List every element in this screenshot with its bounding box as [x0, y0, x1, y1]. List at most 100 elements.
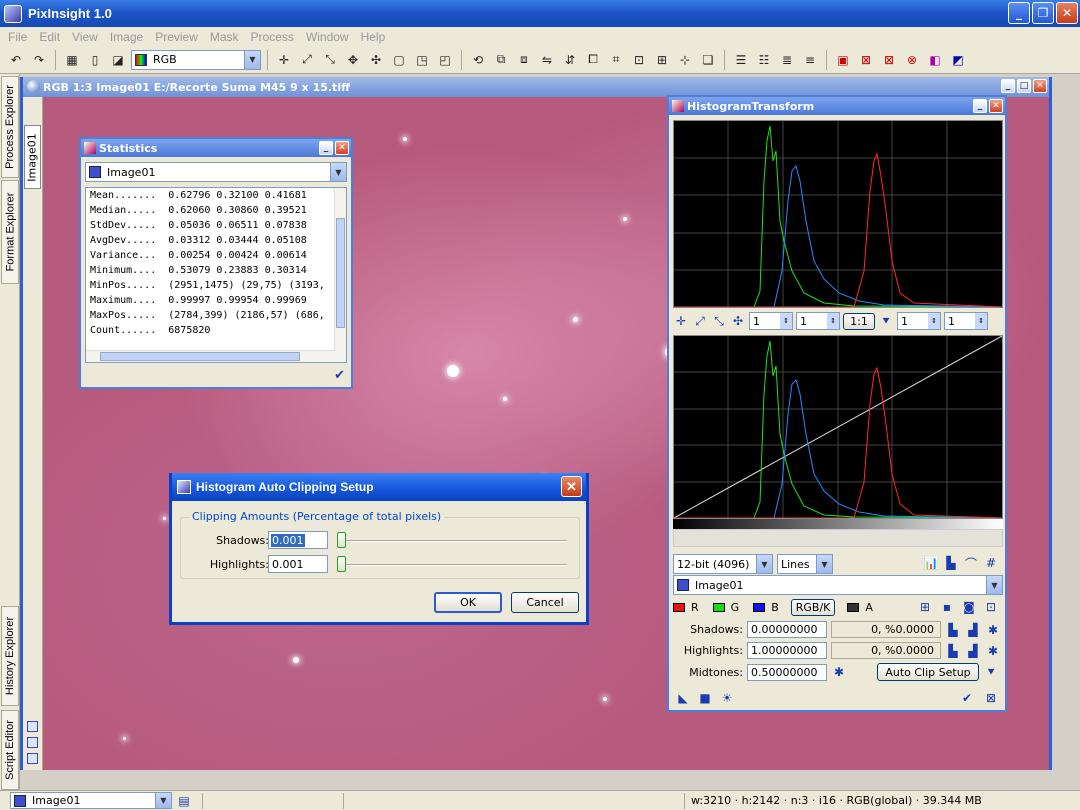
menu-edit[interactable]: Edit	[33, 30, 66, 44]
mask-icon[interactable]	[27, 721, 38, 732]
output-histogram-plot[interactable]	[673, 120, 1003, 308]
highlights-slider-thumb[interactable]	[337, 556, 346, 572]
shadows-auto-icon[interactable]: ▙	[945, 622, 961, 638]
zoom-ratio-button[interactable]: 1:1	[843, 312, 875, 330]
resolution-select[interactable]: 12-bit (4096) ▼	[673, 554, 773, 574]
plus-dark-icon[interactable]: ▪	[939, 599, 955, 615]
menu-file[interactable]: File	[2, 30, 33, 44]
redo-icon[interactable]: ↷	[29, 50, 49, 70]
dialog-close-button[interactable]: ✕	[561, 476, 582, 497]
menu-window[interactable]: Window	[300, 30, 355, 44]
histogram-view-select[interactable]: Image01 ▼	[673, 575, 1003, 595]
statistics-view-select[interactable]: Image01 ▼	[85, 162, 347, 182]
contrast-icon[interactable]: ◪	[108, 50, 128, 70]
dialog-titlebar[interactable]: Histogram Auto Clipping Setup ✕	[172, 473, 586, 501]
tab-script-editor[interactable]: Script Editor	[1, 710, 19, 790]
undo-icon[interactable]: ↶	[6, 50, 26, 70]
channel-r[interactable]: R	[691, 601, 699, 614]
close-button[interactable]: ✕	[1056, 2, 1078, 24]
cancel-button[interactable]: Cancel	[511, 592, 579, 613]
new-instance-icon[interactable]: ◣	[675, 690, 691, 706]
crosshair-icon[interactable]: ✛	[673, 313, 689, 329]
vertical-zoom-top-spinner[interactable]: 1 ⇕	[796, 312, 840, 330]
crop-icon[interactable]: ⌗	[606, 50, 626, 70]
shadows-slider-track[interactable]	[339, 540, 567, 542]
image-minimize-button[interactable]: _	[1001, 79, 1015, 93]
vertical-scrollbar[interactable]	[334, 188, 346, 362]
highlights-slider-track[interactable]	[339, 564, 567, 566]
minimize-button[interactable]: _	[1008, 2, 1030, 24]
histogram-minimize-button[interactable]: _	[973, 99, 987, 113]
rgb-channels-icon[interactable]: ◧	[925, 50, 945, 70]
add-icon[interactable]: ⊡	[983, 599, 999, 615]
highlights-input[interactable]: 1.00000000	[747, 642, 827, 659]
midtones-input[interactable]: 0.50000000	[747, 663, 827, 681]
new-document-icon[interactable]: ▯	[85, 50, 105, 70]
color-space-select[interactable]: RGB ▼	[131, 49, 261, 70]
mask-show-icon[interactable]: ⊠	[879, 50, 899, 70]
zoom-in-icon[interactable]: ⤡	[711, 313, 727, 329]
shadows-input[interactable]: 0.00000000	[747, 621, 827, 638]
channel-b[interactable]: B	[771, 601, 779, 614]
tab-format-explorer[interactable]: Format Explorer	[1, 180, 19, 284]
horizontal-zoom-top-spinner[interactable]: 1 ⇕	[749, 312, 793, 330]
apply-check-icon[interactable]: ✔	[959, 690, 975, 706]
monitor-icon[interactable]: ◩	[948, 50, 968, 70]
image-window-titlebar[interactable]: RGB 1:3 Image01 E:/Recorte Suma M45 9 x …	[23, 77, 1049, 97]
input-histogram-plot[interactable]	[673, 335, 1003, 519]
highlights-reset-icon[interactable]: ▟	[965, 643, 981, 659]
grid-icon[interactable]: #	[983, 555, 999, 571]
text-icon[interactable]: ≡	[800, 50, 820, 70]
tab-process-explorer[interactable]: Process Explorer	[1, 76, 19, 178]
midtones-reset-icon[interactable]: ✱	[831, 664, 847, 680]
statistics-close-button[interactable]: ✕	[335, 141, 349, 155]
statistics-output[interactable]: Mean....... 0.62796 0.32100 0.41681 Medi…	[85, 187, 347, 363]
menu-preview[interactable]: Preview	[149, 30, 204, 44]
statistics-titlebar[interactable]: Statistics _ ✕	[81, 139, 351, 157]
tab-image01[interactable]: Image01	[24, 125, 41, 189]
arrow-down-icon[interactable]: ⯆	[878, 313, 894, 329]
mirror-icon[interactable]: ⇋	[537, 50, 557, 70]
menu-image[interactable]: Image	[104, 30, 149, 44]
stack-icon[interactable]: ⧠	[583, 50, 603, 70]
mask-red-icon[interactable]: ⊠	[856, 50, 876, 70]
duplicate-icon[interactable]: ⧈	[514, 50, 534, 70]
preview-icon[interactable]: ◰	[435, 50, 455, 70]
shadows-clear-icon[interactable]: ✱	[985, 622, 1001, 638]
log-scale-icon[interactable]: 📊	[923, 555, 939, 571]
list-icon[interactable]: ≣	[777, 50, 797, 70]
midtones-gradient-slider[interactable]	[673, 519, 1003, 529]
menu-help[interactable]: Help	[355, 30, 392, 44]
status-view-select[interactable]: Image01 ▼	[10, 792, 172, 809]
channel-a[interactable]: A	[865, 601, 873, 614]
settings-icon[interactable]: ⊹	[675, 50, 695, 70]
mask-invert-icon[interactable]: ⊗	[902, 50, 922, 70]
grid-icon[interactable]: ⊞	[652, 50, 672, 70]
auto-clip-setup-button[interactable]: Auto Clip Setup	[877, 663, 979, 681]
channel-rgbk[interactable]: RGB/K	[790, 599, 836, 616]
maximize-button[interactable]: ❐	[1032, 2, 1054, 24]
real-time-preview-icon[interactable]: ☀	[719, 690, 735, 706]
curve-icon[interactable]: ⌒	[963, 555, 979, 571]
stf-mini-icon[interactable]	[27, 753, 38, 764]
plus-icon[interactable]: ⊞	[917, 599, 933, 615]
align-left-icon[interactable]: ☰	[731, 50, 751, 70]
zoom-out-icon[interactable]: ✥	[343, 50, 363, 70]
histogram-close-button[interactable]: ✕	[989, 99, 1003, 113]
rotate-icon[interactable]: ⟲	[468, 50, 488, 70]
dialog-shadows-input[interactable]: 0.001	[268, 531, 328, 549]
pan-icon[interactable]: ✣	[730, 313, 746, 329]
zoom-in-icon[interactable]: ⤡	[320, 50, 340, 70]
flip-icon[interactable]: ⇵	[560, 50, 580, 70]
zoom-fit-icon[interactable]: ⤢	[692, 313, 708, 329]
crosshair-icon[interactable]: ✛	[274, 50, 294, 70]
select-icon[interactable]: ◳	[412, 50, 432, 70]
highlights-clear-icon[interactable]: ✱	[985, 643, 1001, 659]
image-maximize-button[interactable]: □	[1017, 79, 1031, 93]
highlights-auto-icon[interactable]: ▙	[945, 643, 961, 659]
channel-g[interactable]: G	[731, 601, 740, 614]
arrow-down-icon[interactable]: ⯆	[983, 664, 999, 680]
pan-icon[interactable]: ✣	[366, 50, 386, 70]
apply-check-icon[interactable]: ✔	[334, 368, 345, 383]
graph-style-select[interactable]: Lines ▼	[777, 554, 833, 574]
